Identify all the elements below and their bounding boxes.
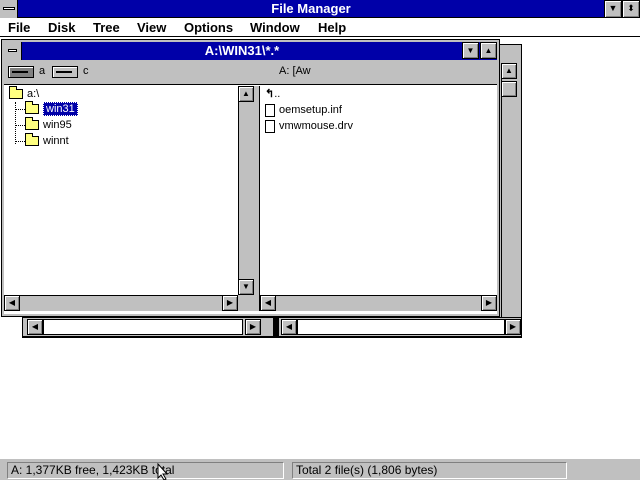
back-scroll-left-arrow-icon[interactable]: ◀ (27, 319, 43, 335)
parent-directory-label: .. (274, 88, 281, 100)
drive-a-label: a (39, 65, 46, 77)
child-maximize-button[interactable]: ▲ (480, 42, 497, 59)
tree-item-win95[interactable]: win95 (25, 117, 72, 133)
background-window-hscroll[interactable]: ◀ ▶ ◀ ▶ (22, 317, 522, 337)
tree-item-winnt[interactable]: winnt (25, 133, 69, 149)
document-icon (265, 103, 275, 117)
back-scroll-left-arrow-2-icon[interactable]: ◀ (281, 319, 297, 335)
child-minimize-button[interactable]: ▼ (462, 42, 479, 59)
file-list-pane[interactable]: ↰.. oemsetup.inf vmwmouse.drv ◀ ▶ (260, 86, 497, 311)
tree-scroll-down-arrow-icon[interactable]: ▼ (238, 279, 254, 295)
folder-icon (25, 133, 39, 147)
back-scroll-right-arrow-icon[interactable]: ▶ (245, 319, 261, 335)
tree-item-label: win31 (43, 102, 78, 116)
document-icon (265, 119, 275, 133)
status-bar: A: 1,377KB free, 1,423KB total Total 2 f… (0, 458, 640, 480)
tree-scroll-left-arrow-icon[interactable]: ◀ (4, 295, 20, 311)
folder-icon (25, 101, 39, 115)
back-scroll-track-right[interactable] (297, 319, 505, 335)
minimize-button[interactable]: ▼ (604, 0, 622, 18)
directory-window-title-bar[interactable]: A:\WIN31\*.* ▼ ▲ (4, 42, 497, 60)
volume-label: A: [Aw (279, 65, 311, 77)
tree-item-label: winnt (43, 135, 69, 147)
floppy-drive-icon (8, 66, 34, 78)
tree-scroll-right-arrow-icon[interactable]: ▶ (222, 295, 238, 311)
tree-scroll-up-arrow-icon[interactable]: ▲ (238, 86, 254, 102)
tree-root-item[interactable]: a:\ (9, 86, 40, 102)
file-item-oemsetup[interactable]: oemsetup.inf (265, 103, 342, 118)
hard-drive-icon (52, 66, 78, 78)
mouse-pointer-icon (157, 463, 169, 480)
tree-root-label: a:\ (27, 88, 40, 100)
file-item-vmwmouse[interactable]: vmwmouse.drv (265, 119, 353, 134)
menu-tree[interactable]: Tree (93, 19, 120, 36)
app-title-bar[interactable]: File Manager ▼ ⬍ (0, 0, 640, 18)
tree-horizontal-scrollbar[interactable]: ◀ ▶ (4, 295, 254, 311)
menu-window[interactable]: Window (250, 19, 300, 36)
system-menu-icon[interactable] (0, 0, 18, 18)
menu-help[interactable]: Help (318, 19, 346, 36)
back-scroll-track-left[interactable] (43, 319, 243, 335)
back-scroll-thumb[interactable] (501, 81, 517, 97)
folder-open-icon (9, 86, 23, 100)
back-splitter[interactable] (273, 318, 279, 336)
tree-vertical-scrollbar[interactable]: ▲ ▼ (238, 86, 254, 295)
back-window-scrollbar[interactable]: ▲ (501, 63, 517, 321)
menu-view[interactable]: View (137, 19, 166, 36)
directory-tree-pane[interactable]: a:\ win31 win95 winnt ▲ ▼ ◀ ▶ (4, 86, 254, 311)
files-scroll-left-arrow-icon[interactable]: ◀ (260, 295, 276, 311)
back-scroll-up-arrow-icon[interactable]: ▲ (501, 63, 517, 79)
files-scroll-right-arrow-icon[interactable]: ▶ (481, 295, 497, 311)
scroll-corner (238, 295, 254, 311)
menu-disk[interactable]: Disk (48, 19, 75, 36)
status-file-count: Total 2 file(s) (1,806 bytes) (292, 462, 567, 479)
back-scroll-right-arrow-2-icon[interactable]: ▶ (505, 319, 521, 335)
directory-window[interactable]: A:\WIN31\*.* ▼ ▲ a c A: [Aw a:\ win31 wi… (1, 39, 500, 317)
folder-icon (25, 117, 39, 131)
menu-bar: File Disk Tree View Options Window Help (0, 18, 640, 37)
files-horizontal-scrollbar[interactable]: ◀ ▶ (260, 295, 497, 311)
directory-window-title: A:\WIN31\*.* (204, 43, 280, 58)
file-item-label: vmwmouse.drv (279, 120, 353, 132)
menu-file[interactable]: File (8, 19, 30, 36)
menu-options[interactable]: Options (184, 19, 233, 36)
tree-item-label: win95 (43, 119, 72, 131)
status-disk-space: A: 1,377KB free, 1,423KB total (7, 462, 284, 479)
up-arrow-icon: ↰ (265, 88, 275, 100)
app-title: File Manager (271, 1, 351, 16)
file-manager-app: File Manager ▼ ⬍ File Disk Tree View Opt… (0, 0, 640, 480)
parent-directory-item[interactable]: ↰.. (265, 87, 280, 102)
drive-bar: a c A: [Aw (4, 60, 497, 85)
restore-button[interactable]: ⬍ (622, 0, 640, 18)
child-system-menu-icon[interactable] (4, 42, 22, 60)
file-item-label: oemsetup.inf (279, 104, 342, 116)
tree-item-win31[interactable]: win31 (25, 101, 78, 117)
drive-c-label: c (83, 65, 89, 77)
